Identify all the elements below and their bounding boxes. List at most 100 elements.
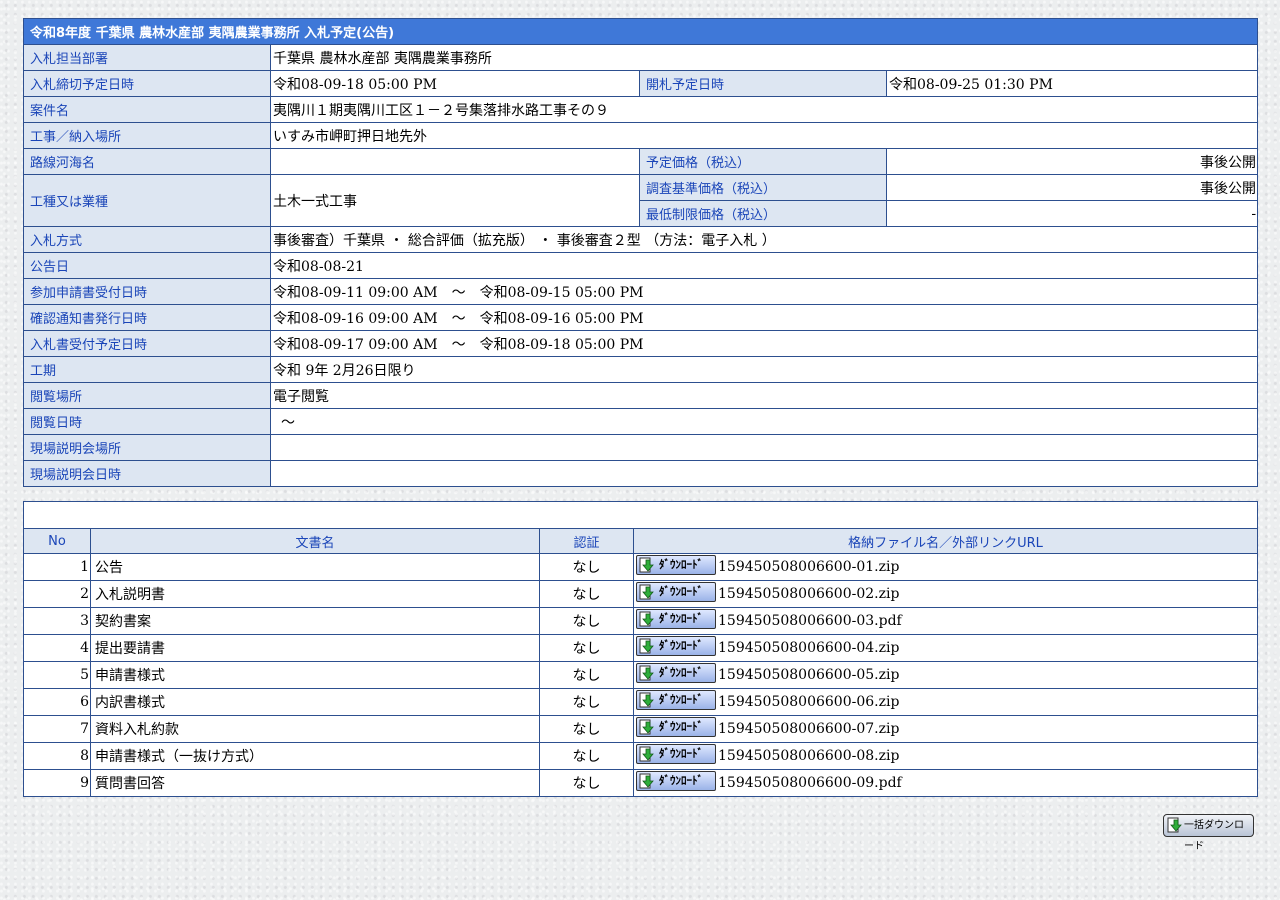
download-arrow-icon	[639, 638, 654, 654]
download-button[interactable]: ﾀﾞｳﾝﾛｰﾄﾞ	[636, 744, 716, 764]
opening-label: 開札予定日時	[639, 70, 887, 97]
view-place-value: 電子閲覧	[269, 382, 1259, 409]
download-button-label: ﾀﾞｳﾝﾛｰﾄﾞ	[659, 612, 703, 625]
documents-title: 説明文書等	[22, 501, 1259, 529]
document-no: 1	[23, 553, 91, 581]
work-type-label: 工種又は業種	[23, 174, 271, 227]
document-no: 2	[23, 580, 91, 608]
document-row: 3 契約書案 なし ﾀﾞｳﾝﾛｰﾄﾞ 159450508006600-03.pdf	[23, 607, 1259, 635]
deadline-label: 入札締切予定日時	[23, 70, 271, 97]
download-arrow-icon	[639, 611, 654, 627]
survey-price-label: 調査基準価格（税込）	[639, 174, 887, 201]
download-button-label: ﾀﾞｳﾝﾛｰﾄﾞ	[659, 558, 703, 571]
document-file-name: 159450508006600-09.pdf	[718, 775, 902, 791]
site-date-value	[269, 460, 1259, 487]
document-cert: なし	[539, 688, 634, 716]
min-limit-label: 最低制限価格（税込）	[639, 200, 887, 227]
document-name: 入札説明書	[90, 580, 540, 608]
download-button[interactable]: ﾀﾞｳﾝﾛｰﾄﾞ	[636, 609, 716, 629]
download-button[interactable]: ﾀﾞｳﾝﾛｰﾄﾞ	[636, 636, 716, 656]
document-cert: なし	[539, 661, 634, 689]
document-file-cell: ﾀﾞｳﾝﾛｰﾄﾞ 159450508006600-05.zip	[632, 661, 1259, 689]
view-date-label: 閲覧日時	[23, 408, 271, 435]
document-file-cell: ﾀﾞｳﾝﾛｰﾄﾞ 159450508006600-04.zip	[632, 634, 1259, 662]
view-place-label: 閲覧場所	[23, 382, 271, 409]
document-no: 4	[23, 634, 91, 662]
bid-info-title: 令和8年度 千葉県 農林水産部 夷隅農業事務所 入札予定(公告)	[22, 18, 1259, 45]
document-file-name: 159450508006600-01.zip	[718, 559, 900, 575]
document-no: 9	[23, 769, 91, 797]
col-header-name: 文書名	[90, 528, 540, 554]
document-no: 5	[23, 661, 91, 689]
col-header-file: 格納ファイル名／外部リンクURL	[632, 528, 1259, 554]
price-label: 予定価格（税込）	[639, 148, 887, 175]
price-value: 事後公開	[885, 148, 1259, 175]
download-button[interactable]: ﾀﾞｳﾝﾛｰﾄﾞ	[636, 582, 716, 602]
view-date-value: ～	[269, 408, 1259, 435]
document-cert: なし	[539, 580, 634, 608]
download-button-label: ﾀﾞｳﾝﾛｰﾄﾞ	[659, 639, 703, 652]
document-cert: なし	[539, 607, 634, 635]
apply-period-value: 令和08-09-11 09:00 AM ～ 令和08-09-15 05:00 P…	[269, 278, 1259, 305]
period-value: 令和 9年 2月26日限り	[269, 356, 1259, 383]
document-name: 契約書案	[90, 607, 540, 635]
download-arrow-icon	[639, 719, 654, 735]
survey-price-value: 事後公開	[885, 174, 1259, 201]
document-file-cell: ﾀﾞｳﾝﾛｰﾄﾞ 159450508006600-09.pdf	[632, 769, 1259, 797]
document-name: 提出要請書	[90, 634, 540, 662]
period-label: 工期	[23, 356, 271, 383]
method-value: 事後審査）千葉県 ・ 総合評価（拡充版） ・ 事後審査２型 （方法：電子入札 ）	[269, 226, 1259, 253]
download-button[interactable]: ﾀﾞｳﾝﾛｰﾄﾞ	[636, 555, 716, 575]
work-type-value: 土木一式工事	[270, 174, 640, 227]
document-cert: なし	[539, 769, 634, 797]
document-row: 1 公告 なし ﾀﾞｳﾝﾛｰﾄﾞ 159450508006600-01.zip	[23, 553, 1259, 581]
document-no: 8	[23, 742, 91, 770]
document-file-name: 159450508006600-07.zip	[718, 721, 900, 737]
download-button-label: ﾀﾞｳﾝﾛｰﾄﾞ	[659, 585, 703, 598]
dept-value: 千葉県 農林水産部 夷隅農業事務所	[269, 44, 1259, 71]
download-arrow-icon	[639, 773, 654, 789]
bulk-download-label: 一括ダウンロード	[1184, 820, 1244, 852]
bid-receive-value: 令和08-09-17 09:00 AM ～ 令和08-09-18 05:00 P…	[269, 330, 1259, 357]
download-button[interactable]: ﾀﾞｳﾝﾛｰﾄﾞ	[636, 663, 716, 683]
document-name: 資料入札約款	[90, 715, 540, 743]
document-cert: なし	[539, 742, 634, 770]
min-limit-value: -	[885, 200, 1259, 227]
document-row: 7 資料入札約款 なし ﾀﾞｳﾝﾛｰﾄﾞ 159450508006600-07.zip	[23, 715, 1259, 743]
document-name: 内訳書様式	[90, 688, 540, 716]
document-file-cell: ﾀﾞｳﾝﾛｰﾄﾞ 159450508006600-08.zip	[632, 742, 1259, 770]
download-button[interactable]: ﾀﾞｳﾝﾛｰﾄﾞ	[636, 690, 716, 710]
documents-table: 説明文書等 No 文書名 認証 格納ファイル名／外部リンクURL 1 公告 なし ﾀﾞ…	[22, 501, 1259, 797]
confirm-period-label: 確認通知書発行日時	[23, 304, 271, 331]
document-file-cell: ﾀﾞｳﾝﾛｰﾄﾞ 159450508006600-07.zip	[632, 715, 1259, 743]
document-cert: なし	[539, 715, 634, 743]
col-header-no: No	[23, 528, 91, 554]
download-button-label: ﾀﾞｳﾝﾛｰﾄﾞ	[659, 720, 703, 733]
bid-info-table: 令和8年度 千葉県 農林水産部 夷隅農業事務所 入札予定(公告) 入札担当部署 …	[22, 18, 1259, 487]
bid-receive-label: 入札書受付予定日時	[23, 330, 271, 357]
dept-label: 入札担当部署	[23, 44, 271, 71]
document-file-name: 159450508006600-05.zip	[718, 667, 900, 683]
case-label: 案件名	[23, 96, 271, 123]
bulk-download-button[interactable]: 一括ダウンロード	[1163, 814, 1254, 852]
document-row: 2 入札説明書 なし ﾀﾞｳﾝﾛｰﾄﾞ 159450508006600-02.zip	[23, 580, 1259, 608]
notice-date-value: 令和08-08-21	[269, 252, 1259, 279]
download-button-label: ﾀﾞｳﾝﾛｰﾄﾞ	[659, 666, 703, 679]
download-button[interactable]: ﾀﾞｳﾝﾛｰﾄﾞ	[636, 717, 716, 737]
site-place-label: 現場説明会場所	[23, 434, 271, 461]
document-row: 9 質問書回答 なし ﾀﾞｳﾝﾛｰﾄﾞ 159450508006600-09.pdf	[23, 769, 1259, 797]
download-arrow-icon	[639, 665, 654, 681]
place-value: いすみ市岬町押日地先外	[269, 122, 1259, 149]
place-label: 工事／納入場所	[23, 122, 271, 149]
download-button-label: ﾀﾞｳﾝﾛｰﾄﾞ	[659, 747, 703, 760]
document-file-cell: ﾀﾞｳﾝﾛｰﾄﾞ 159450508006600-02.zip	[632, 580, 1259, 608]
document-file-name: 159450508006600-03.pdf	[718, 613, 902, 629]
document-file-name: 159450508006600-06.zip	[718, 694, 900, 710]
download-arrow-icon	[639, 584, 654, 600]
route-value	[270, 148, 640, 175]
document-file-name: 159450508006600-02.zip	[718, 586, 900, 602]
download-button[interactable]: ﾀﾞｳﾝﾛｰﾄﾞ	[636, 771, 716, 791]
document-file-cell: ﾀﾞｳﾝﾛｰﾄﾞ 159450508006600-01.zip	[632, 553, 1259, 581]
document-name: 申請書様式	[90, 661, 540, 689]
document-cert: なし	[539, 634, 634, 662]
